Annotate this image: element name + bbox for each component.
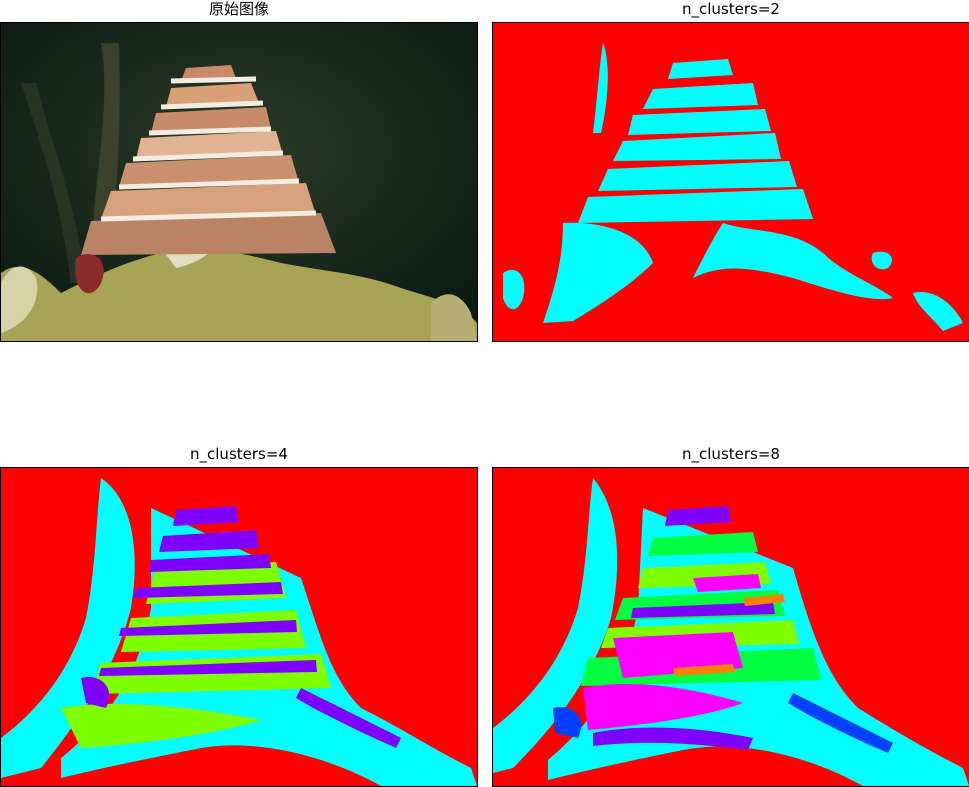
k2-segmentation-image: [493, 23, 969, 341]
original-image: [1, 23, 477, 341]
k2-segmentation-panel: [492, 22, 969, 342]
panel-title-k4: n_clusters=4: [190, 445, 288, 463]
panel-title-original: 原始图像: [208, 0, 269, 18]
panel-title-k2: n_clusters=2: [682, 0, 780, 18]
k4-segmentation-image: [1, 468, 477, 786]
k8-segmentation-image: [493, 468, 969, 786]
panel-title-k8: n_clusters=8: [682, 445, 780, 463]
k4-segmentation-panel: [0, 467, 478, 787]
original-image-panel: [0, 22, 478, 342]
k8-segmentation-panel: [492, 467, 969, 787]
